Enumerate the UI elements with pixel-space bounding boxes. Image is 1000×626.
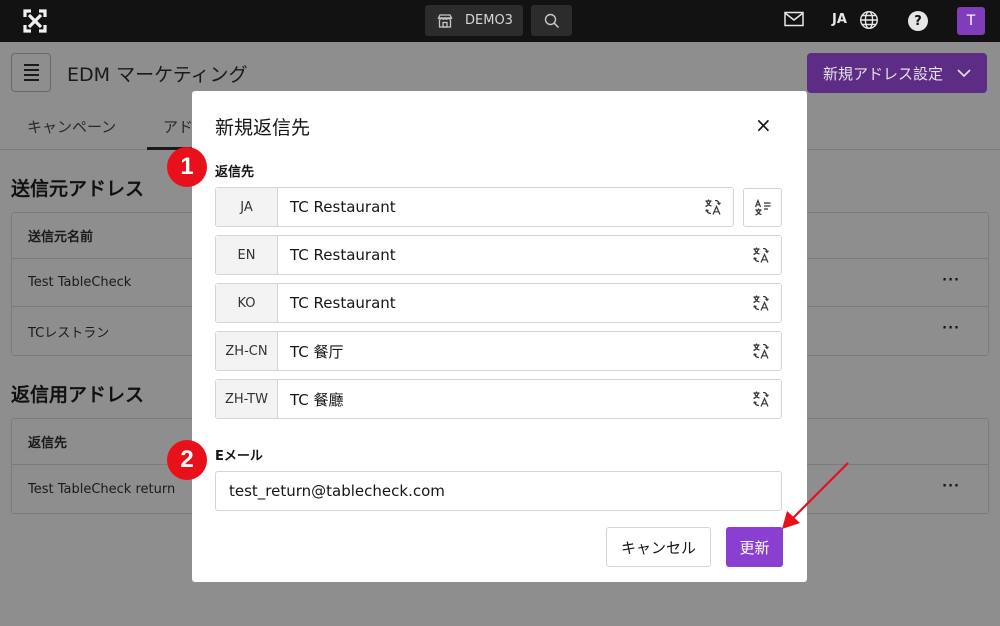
translate-all-button[interactable] bbox=[743, 188, 782, 227]
reply-name-row-zh-tw: ZH-TW TC 餐廳 bbox=[215, 379, 782, 419]
top-bar: DEMO3 JA ? T bbox=[0, 0, 1000, 42]
tab-campaign[interactable]: キャンペーン bbox=[27, 116, 116, 137]
new-address-settings-button[interactable]: 新規アドレス設定 bbox=[807, 53, 987, 93]
sender-section-heading: 送信元アドレス bbox=[11, 178, 145, 200]
globe-icon[interactable] bbox=[859, 10, 879, 30]
step-marker-1: 1 bbox=[167, 147, 207, 187]
reply-name-row-zh-cn: ZH-CN TC 餐厅 bbox=[215, 331, 782, 371]
annotation-arrow-icon bbox=[782, 462, 849, 529]
settings-button-label: 新規アドレス設定 bbox=[822, 64, 943, 83]
reply-name-row-en: EN TC Restaurant bbox=[215, 235, 782, 275]
cancel-button[interactable]: キャンセル bbox=[606, 527, 711, 567]
step-marker-2: 2 bbox=[167, 440, 207, 480]
language-code: ZH-CN bbox=[216, 332, 278, 370]
user-avatar[interactable]: T bbox=[957, 7, 985, 35]
cell-reply-name: Test TableCheck return bbox=[28, 481, 176, 497]
modal-title: 新規返信先 bbox=[215, 117, 311, 139]
search-icon bbox=[544, 13, 559, 28]
chevron-down-icon bbox=[957, 68, 971, 77]
reply-name-input-ja[interactable]: TC Restaurant bbox=[278, 188, 693, 226]
reply-name-row-ja: JA TC Restaurant bbox=[215, 187, 734, 227]
translate-icon[interactable] bbox=[741, 332, 781, 370]
translate-icon[interactable] bbox=[741, 284, 781, 322]
menu-line bbox=[23, 69, 39, 71]
email-field[interactable]: test_return@tablecheck.com bbox=[215, 471, 782, 511]
menu-line bbox=[23, 79, 39, 81]
store-selector-button[interactable]: DEMO3 bbox=[425, 5, 523, 36]
mail-icon[interactable] bbox=[784, 11, 804, 27]
language-code: KO bbox=[216, 284, 278, 322]
row-menu-button[interactable]: ··· bbox=[942, 479, 960, 494]
column-header: 返信先 bbox=[28, 436, 68, 451]
language-label[interactable]: JA bbox=[832, 12, 847, 27]
reply-section-heading: 返信用アドレス bbox=[11, 384, 145, 406]
row-menu-button[interactable]: ··· bbox=[942, 321, 960, 336]
page-title: EDM マーケティング bbox=[67, 64, 248, 86]
hamburger-menu-button[interactable] bbox=[11, 53, 51, 92]
new-reply-address-modal: 新規返信先 × 返信先 JA TC Restaurant EN TC Resta… bbox=[192, 91, 807, 582]
app-logo-icon[interactable] bbox=[22, 8, 48, 34]
menu-line bbox=[23, 64, 39, 66]
store-icon bbox=[437, 13, 453, 28]
close-icon[interactable]: × bbox=[755, 113, 772, 137]
tab-address[interactable]: アド bbox=[163, 116, 193, 137]
reply-name-input-ko[interactable]: TC Restaurant bbox=[278, 284, 741, 322]
help-symbol: ? bbox=[914, 13, 922, 29]
language-code: JA bbox=[216, 188, 278, 226]
menu-line bbox=[23, 74, 39, 76]
translate-list-icon bbox=[754, 198, 770, 216]
cell-sender-name: Test TableCheck bbox=[28, 275, 132, 290]
column-header: 送信元名前 bbox=[28, 230, 94, 245]
cell-sender-name: TCレストラン bbox=[28, 325, 110, 341]
avatar-initial: T bbox=[966, 13, 976, 29]
language-code: ZH-TW bbox=[216, 380, 278, 418]
help-icon[interactable]: ? bbox=[908, 11, 928, 31]
translate-icon[interactable] bbox=[741, 380, 781, 418]
reply-name-input-zh-cn[interactable]: TC 餐厅 bbox=[278, 332, 741, 370]
search-button[interactable] bbox=[531, 5, 572, 36]
reply-to-label: 返信先 bbox=[215, 165, 255, 180]
reply-name-input-en[interactable]: TC Restaurant bbox=[278, 236, 741, 274]
translate-icon[interactable] bbox=[741, 236, 781, 274]
language-code: EN bbox=[216, 236, 278, 274]
email-label: Eメール bbox=[215, 449, 263, 464]
reply-name-row-ko: KO TC Restaurant bbox=[215, 283, 782, 323]
reply-name-input-zh-tw[interactable]: TC 餐廳 bbox=[278, 380, 741, 418]
store-name: DEMO3 bbox=[465, 13, 513, 28]
translate-icon[interactable] bbox=[693, 188, 733, 226]
row-menu-button[interactable]: ··· bbox=[942, 273, 960, 288]
